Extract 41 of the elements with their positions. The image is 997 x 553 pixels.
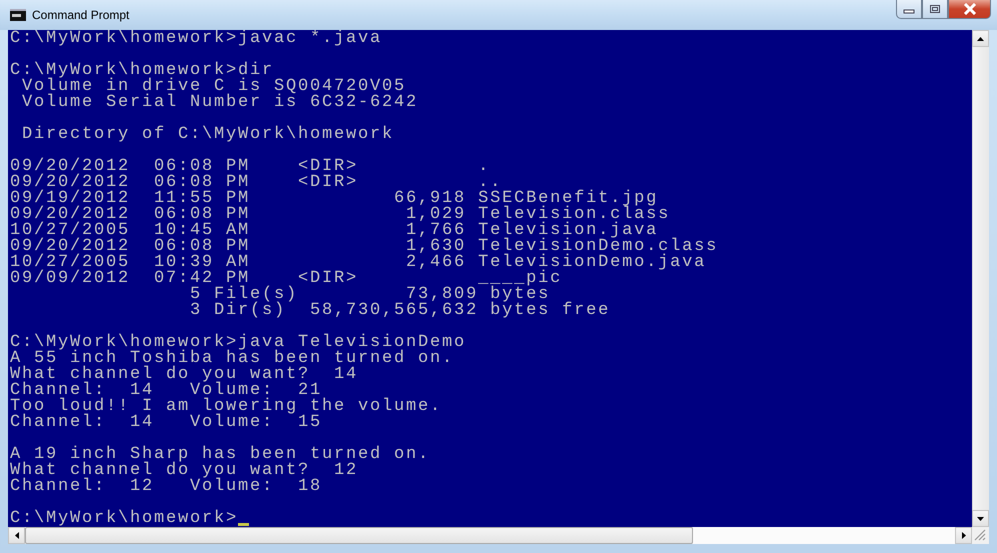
console-line: C:\MyWork\homework>java TelevisionDemo (10, 335, 466, 351)
console-icon (10, 9, 26, 21)
scroll-right-icon[interactable] (955, 527, 972, 544)
console-line: C:\MyWork\homework>javac *.java (10, 31, 382, 47)
console-line: A 55 inch Toshiba has been turned on. (10, 351, 454, 367)
window-title: Command Prompt (32, 8, 130, 22)
console-line: Directory of C:\MyWork\homework (21, 127, 394, 143)
console-line: Channel: 14 Volume: 15 (10, 415, 322, 431)
console-line: 09/19/2012 11:55 PM 66,918 SSECBenefit.jpg (10, 191, 658, 207)
console-line: Channel: 12 Volume: 18 (10, 479, 322, 495)
console-line: 09/20/2012 06:08 PM 1,029 Television.class (10, 207, 670, 223)
console-line: What channel do you want? 14 (10, 367, 358, 383)
console-line: 09/20/2012 06:08 PM 1,630 TelevisionDemo.class (10, 239, 718, 255)
console-line: 5 File(s) 73,809 bytes (189, 287, 550, 303)
scroll-left-icon[interactable] (8, 527, 25, 544)
scroll-down-icon[interactable] (972, 510, 989, 527)
console-line: What channel do you want? 12 (10, 463, 358, 479)
console-line: C:\MyWork\homework>dir (10, 63, 274, 79)
console-line: 10/27/2005 10:45 AM 1,766 Television.java (10, 223, 658, 239)
console-line: 09/09/2012 07:42 PM <DIR> ____pic (10, 271, 562, 287)
close-icon (962, 3, 978, 15)
console-line: 09/20/2012 06:08 PM <DIR> .. (10, 175, 502, 191)
scroll-up-icon[interactable] (972, 30, 989, 47)
horizontal-scrollbar[interactable] (8, 527, 972, 544)
console-line: Too loud!! I am lowering the volume. (10, 399, 442, 415)
console-line: 09/20/2012 06:08 PM <DIR> . (10, 159, 490, 175)
console-line: Volume Serial Number is 6C32-6242 (21, 95, 418, 111)
vertical-scrollbar[interactable] (972, 30, 989, 527)
console-line: C:\MyWork\homework> (10, 511, 238, 527)
close-button[interactable] (948, 0, 991, 19)
console-line: 3 Dir(s) 58,730,565,632 bytes free (189, 303, 610, 319)
maximize-button[interactable] (922, 0, 948, 19)
resize-grip-icon[interactable] (972, 527, 989, 544)
console-line: A 19 inch Sharp has been turned on. (10, 447, 430, 463)
console-line: Channel: 14 Volume: 21 (10, 383, 322, 399)
console-line: Volume in drive C is SQ004720V05 (22, 79, 406, 95)
scrollbar-thumb[interactable] (25, 527, 693, 544)
text-cursor (238, 523, 250, 526)
minimize-button[interactable] (896, 0, 922, 19)
maximize-icon (929, 4, 941, 14)
console-line: 10/27/2005 10:39 AM 2,466 TelevisionDemo.java (10, 255, 706, 271)
